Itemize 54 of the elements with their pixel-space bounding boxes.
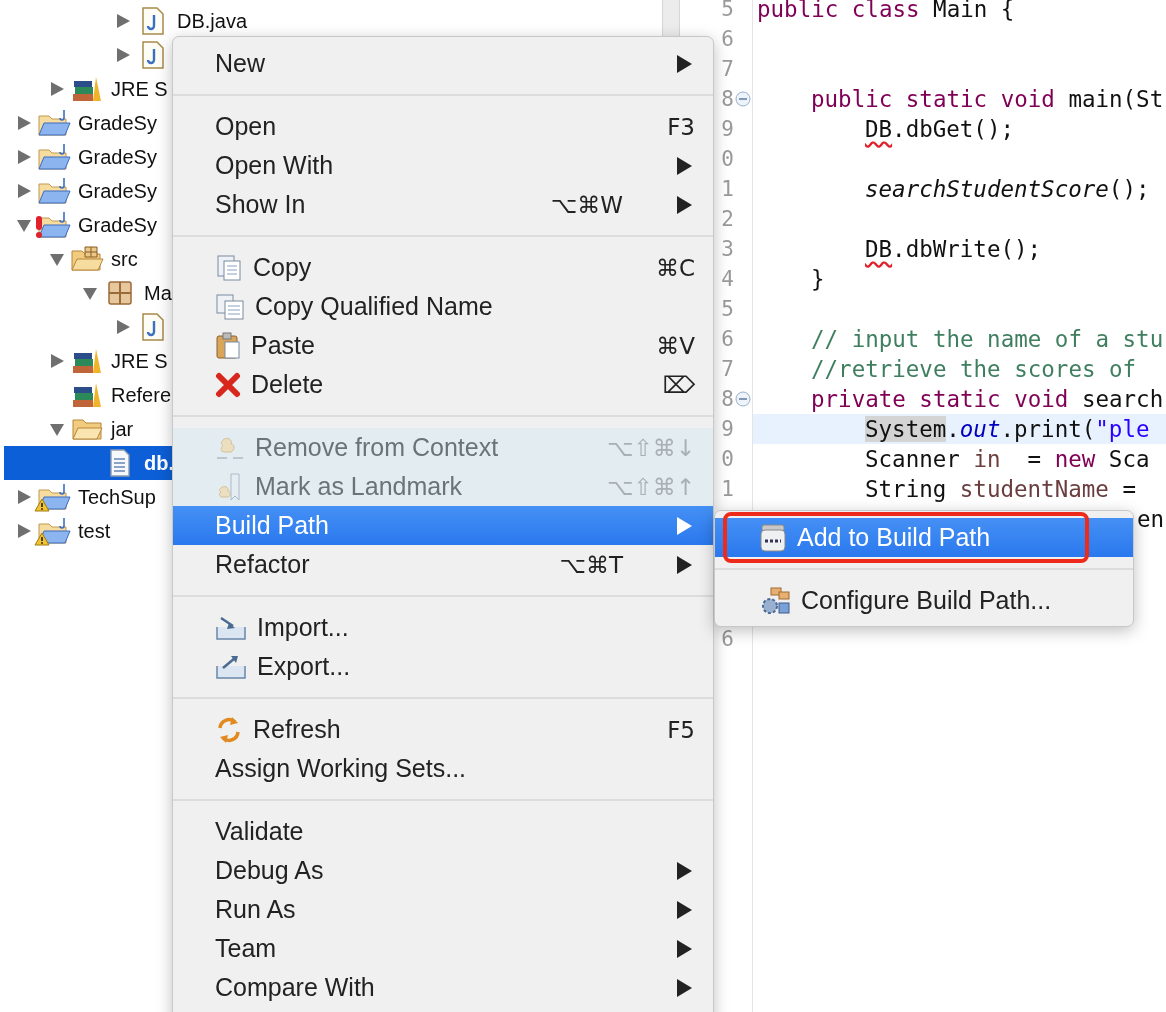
- tree-item-label: GradeSy: [77, 111, 157, 135]
- line-number: 7: [721, 57, 734, 81]
- shortcut-label: ⌘C: [655, 254, 695, 281]
- line-number: 2: [721, 207, 734, 231]
- tree-item-label: TechSup: [77, 485, 156, 509]
- tree-item-label: GradeSy: [77, 213, 157, 237]
- code-line: // input the name of a stu: [811, 326, 1164, 352]
- code-line: en: [1136, 506, 1164, 532]
- code-line: DB.dbWrite();: [865, 236, 1042, 262]
- code-line: }: [811, 266, 825, 292]
- line-number: 4: [721, 267, 734, 291]
- shortcut-label: F5: [667, 716, 695, 743]
- tree-item-label: JRE S: [110, 349, 168, 373]
- tree-item-label: DB.java: [176, 9, 248, 33]
- code-line: searchStudentScore();: [865, 176, 1150, 202]
- shortcut-label: ⌥⌘T: [559, 551, 623, 578]
- code-line: public class Main {: [757, 0, 1015, 22]
- code-line: Scanner in = new Sca: [865, 446, 1150, 472]
- line-number: 1: [721, 177, 734, 201]
- tree-item-label: db.: [143, 451, 174, 475]
- line-number: 8: [721, 387, 734, 411]
- code-line: public static void main(St: [811, 86, 1164, 112]
- shortcut-label: ⌦: [662, 371, 695, 398]
- tree-item-label: GradeSy: [77, 145, 157, 169]
- tree-item-label: JRE S: [110, 77, 168, 101]
- tree-item-label: jar: [109, 417, 134, 441]
- line-number: 1: [721, 477, 734, 501]
- tree-item-label: GradeSy: [77, 179, 157, 203]
- code-line: //retrieve the scores of: [811, 356, 1137, 382]
- line-number: 0: [721, 447, 734, 471]
- line-number: 7: [721, 357, 734, 381]
- shortcut-label: ⌥⌘W: [550, 191, 623, 218]
- tree-item-label: Refere: [110, 383, 172, 407]
- line-number: 3: [721, 237, 734, 261]
- code-line: DB.dbGet();: [865, 116, 1014, 142]
- line-number: 6: [721, 27, 734, 51]
- tree-item-label: test: [77, 519, 111, 543]
- line-number: 5: [721, 0, 734, 21]
- tree-item-label: Ma: [143, 281, 172, 305]
- line-number: 0: [721, 147, 734, 171]
- line-number: 6: [721, 327, 734, 351]
- line-number: 6: [721, 627, 734, 651]
- tree-item-label: src: [110, 247, 138, 271]
- line-number: 8: [721, 87, 734, 111]
- shortcut-label: F3: [667, 113, 695, 140]
- shortcut-label: ⌥⇧⌘↑: [606, 473, 695, 500]
- line-number: 5: [721, 297, 734, 321]
- shortcut-label: ⌥⇧⌘↓: [606, 434, 695, 461]
- shortcut-label: ⌘V: [656, 332, 695, 359]
- code-line: private static void search: [811, 386, 1164, 412]
- line-number: 9: [721, 117, 734, 141]
- line-number: 9: [721, 417, 734, 441]
- code-line: String studentName =: [865, 476, 1136, 502]
- code-line: System.out.print("ple: [865, 416, 1150, 442]
